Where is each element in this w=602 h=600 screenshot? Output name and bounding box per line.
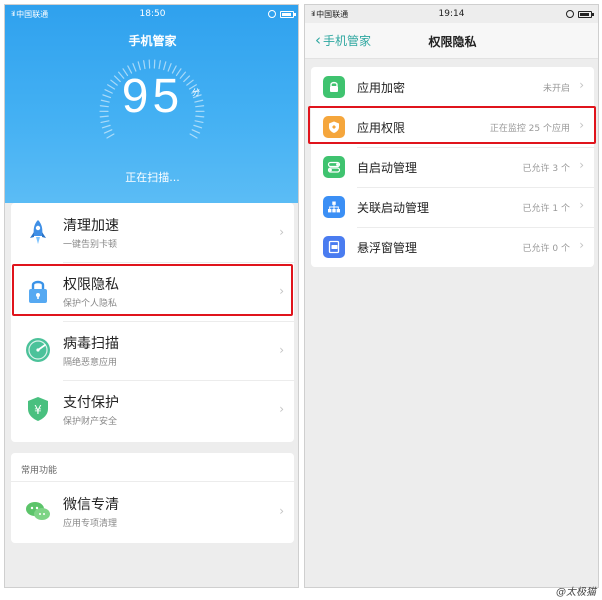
item-value: 已允许 1 个 [522, 204, 570, 214]
item-value: 已允许 0 个 [522, 244, 570, 254]
feature-card: 清理加速 一键告别卡顿 › 权限隐私 保护个人隐私 › 病毒扫描 隔绝恶意应用 … [11, 203, 294, 442]
screenshot-stage: ⁝ıl 中国联通 18:50 手机管家 95 分 正在扫描... 清理加速 一键… [0, 0, 602, 600]
list-item-wechat-clean[interactable]: 微信专清 应用专项清理 › [11, 482, 294, 541]
privacy-settings-list: 应用加密 未开启 › 应用权限 正在监控 25 个应用 › 自启动管理 已允许 … [311, 67, 594, 267]
svg-text:¥: ¥ [34, 403, 42, 417]
section-label: 常用功能 [21, 466, 58, 476]
item-label: 悬浮窗管理 [357, 241, 418, 255]
item-label: 应用加密 [357, 81, 406, 95]
item-label: 自启动管理 [357, 161, 418, 175]
chevron-right-icon: › [279, 225, 284, 239]
dial-tick [158, 60, 161, 70]
list-item-payment-protection[interactable]: ¥ 支付保护 保护财产安全 › [11, 380, 294, 439]
status-bar: ⁝ıl 中国联通 18:50 [5, 5, 298, 23]
highlight-box [308, 106, 596, 144]
item-subtitle: 保护财产安全 [63, 417, 118, 427]
dial-tick [193, 124, 203, 129]
list-item-floating-window[interactable]: 悬浮窗管理 已允许 0 个 › [311, 227, 594, 267]
security-score: 95 [121, 70, 184, 123]
item-subtitle: 隔绝恶意应用 [63, 358, 118, 368]
toggle-icon [323, 156, 345, 178]
lock-icon [323, 76, 345, 98]
highlight-box [12, 264, 293, 316]
chevron-right-icon: › [579, 78, 584, 92]
list-item-virus-scan[interactable]: 病毒扫描 隔绝恶意应用 › [11, 321, 294, 380]
item-title: 微信专清 [63, 497, 119, 513]
phone-security-home: ⁝ıl 中国联通 18:50 手机管家 95 分 正在扫描... 清理加速 一键… [4, 4, 299, 588]
list-item-cleanup[interactable]: 清理加速 一键告别卡顿 › [11, 203, 294, 262]
status-bar: ⁝ıl 中国联通 19:14 [305, 5, 598, 23]
phone-privacy-page: ⁝ıl 中国联通 19:14 ‹ 手机管家 权限隐私 应用加密 未开启 › 应用… [304, 4, 599, 588]
dial-tick [189, 133, 198, 139]
chevron-right-icon: › [579, 198, 584, 212]
yuan-shield-icon: ¥ [28, 397, 48, 421]
score-header: ⁝ıl 中国联通 18:50 手机管家 95 分 正在扫描... [5, 5, 298, 203]
app-title: 手机管家 [128, 34, 177, 48]
chevron-right-icon: › [279, 402, 284, 416]
item-label: 关联启动管理 [357, 201, 430, 215]
list-item-app-lock[interactable]: 应用加密 未开启 › [311, 67, 594, 107]
item-value: 未开启 [542, 84, 570, 94]
dial-tick [103, 129, 113, 134]
dial-tick [101, 124, 111, 129]
item-title: 病毒扫描 [63, 336, 119, 352]
dial-tick [191, 129, 201, 134]
list-item-autostart[interactable]: 自启动管理 已允许 3 个 › [311, 147, 594, 187]
chevron-right-icon: › [579, 238, 584, 252]
battery-icon [280, 10, 296, 18]
common-functions-card: 常用功能 微信专清 应用专项清理 › [11, 453, 294, 543]
floating-window-icon [323, 236, 345, 258]
network-icon [323, 196, 345, 218]
item-subtitle: 一键告别卡顿 [63, 240, 118, 250]
status-time: 19:14 [438, 9, 465, 19]
item-title: 支付保护 [63, 395, 119, 411]
score-unit: 分 [192, 88, 200, 97]
watermark: @太极猫 [556, 587, 596, 598]
wechat-icon [26, 502, 50, 520]
chevron-right-icon: › [279, 343, 284, 357]
chevron-right-icon: › [579, 158, 584, 172]
scanning-status: 正在扫描... [125, 171, 180, 184]
item-title: 清理加速 [63, 218, 119, 234]
status-time: 18:50 [139, 9, 166, 19]
rocket-icon [30, 220, 46, 244]
item-subtitle: 应用专项清理 [63, 519, 118, 529]
navigation-bar: ‹ 手机管家 权限隐私 [305, 23, 598, 59]
dial-tick [143, 60, 146, 70]
list-item-linked-start[interactable]: 关联启动管理 已允许 1 个 › [311, 187, 594, 227]
item-value: 已允许 3 个 [522, 164, 570, 174]
chevron-right-icon: › [279, 504, 284, 518]
scan-icon [26, 338, 50, 362]
dial-tick [106, 133, 115, 139]
battery-icon [578, 10, 594, 18]
page-title: 权限隐私 [428, 35, 477, 49]
